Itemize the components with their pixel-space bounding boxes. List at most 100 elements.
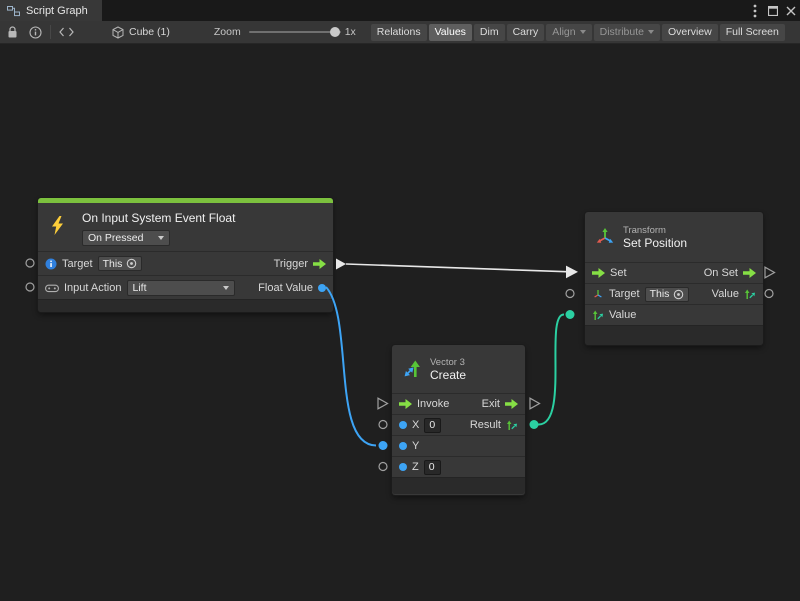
event-target-port[interactable] (26, 259, 34, 267)
vector-x-row: X 0 Result (392, 414, 525, 435)
distribute-dropdown-button[interactable]: Distribute (594, 24, 660, 41)
trigger-port-label: Trigger (274, 258, 308, 270)
x-port-label: X (412, 419, 419, 431)
input-action-dropdown[interactable]: Lift (127, 280, 235, 296)
transform-node-header[interactable]: Transform Set Position (585, 212, 763, 262)
x-port-dot (399, 421, 407, 429)
transform-target-port[interactable] (566, 290, 574, 298)
flow-arrow-icon (313, 259, 326, 269)
vector-node-header[interactable]: Vector 3 Create (392, 345, 525, 393)
y-in-port[interactable] (379, 441, 388, 450)
result-out-port[interactable] (530, 420, 539, 429)
transform-value-in-port[interactable] (566, 310, 575, 319)
dim-button[interactable]: Dim (474, 24, 505, 41)
float-value-port-label: Float Value (258, 282, 313, 294)
tab-bar-spacer (102, 0, 746, 21)
transform-value-row: Value (585, 304, 763, 325)
y-port-label: Y (412, 440, 419, 452)
carry-button[interactable]: Carry (507, 24, 545, 41)
flow-arrow-icon (505, 399, 518, 409)
info-icon[interactable] (29, 26, 42, 39)
input-action-label: Input Action (64, 282, 122, 294)
vector3-mini-icon (506, 419, 518, 431)
close-icon[interactable] (782, 0, 800, 21)
toolbar-buttons: Relations Values Dim Carry Align Distrib… (371, 24, 785, 41)
target-port-label: Target (62, 258, 93, 270)
script-graph-icon (7, 5, 20, 17)
align-dropdown-button[interactable]: Align (546, 24, 591, 41)
zoom-slider[interactable] (249, 31, 341, 33)
overview-button[interactable]: Overview (662, 24, 718, 41)
event-action-port[interactable] (26, 283, 34, 291)
chevron-down-icon (648, 30, 654, 34)
lock-icon[interactable] (7, 26, 18, 39)
wire-result-to-value[interactable] (538, 314, 564, 424)
maximize-icon[interactable] (764, 0, 782, 21)
window-menu-icon[interactable] (746, 0, 764, 21)
vector3-mini-icon (592, 309, 604, 321)
node-on-input-system-event-float[interactable]: On Input System Event Float On Pressed T… (38, 198, 333, 312)
tab-script-graph[interactable]: Script Graph (0, 0, 102, 21)
graph-toolbar: Cube (1) Zoom 1x Relations Values Dim Ca… (0, 21, 800, 44)
wire-floatvalue-to-y[interactable] (326, 287, 376, 446)
vector3-mini-icon (744, 288, 756, 300)
on-set-out-port[interactable] (765, 267, 775, 278)
flow-arrow-icon (743, 268, 756, 278)
toolbar-separator (50, 25, 51, 39)
transform-this-value: This (650, 288, 670, 300)
event-target-row: Target This Trigger (38, 251, 333, 275)
z-value-field[interactable]: 0 (424, 460, 441, 475)
node-vector3-create[interactable]: Vector 3 Create Invoke Exit X 0 (392, 345, 525, 495)
gamepad-icon (45, 283, 59, 293)
chevron-down-icon (158, 236, 164, 240)
transform-target-row: Target This Value (585, 283, 763, 304)
invoke-in-port[interactable] (378, 398, 388, 409)
x-value-field[interactable]: 0 (424, 418, 441, 433)
vector3-icon (402, 359, 422, 379)
transform-icon (595, 227, 615, 247)
code-view-icon[interactable] (59, 27, 74, 37)
event-node-footer (38, 299, 333, 312)
input-action-value: Lift (133, 282, 147, 294)
on-set-port-label: On Set (704, 267, 738, 279)
graph-canvas[interactable]: On Input System Event Float On Pressed T… (0, 44, 800, 601)
node-transform-set-position[interactable]: Transform Set Position Set On Set (585, 212, 763, 345)
zoom-slider-handle[interactable] (330, 27, 340, 37)
target-this-value: This (103, 258, 123, 270)
vector-z-row: Z 0 (392, 456, 525, 477)
y-port-dot (399, 442, 407, 450)
flow-arrow-icon (399, 399, 412, 409)
transform-mini-icon (592, 288, 604, 300)
tab-bar: Script Graph (0, 0, 800, 21)
full-screen-button[interactable]: Full Screen (720, 24, 785, 41)
result-port-label: Result (470, 419, 501, 431)
float-value-port[interactable] (318, 284, 326, 292)
value-in-port-label: Value (609, 309, 636, 321)
relations-button[interactable]: Relations (371, 24, 427, 41)
script-graph-window: Script Graph Cube (1) Zoom (0, 0, 800, 601)
transform-node-type: Transform (623, 225, 687, 236)
transform-value-out-port[interactable] (765, 290, 773, 298)
value-out-port-label: Value (712, 288, 739, 300)
target-this-chip[interactable]: This (98, 256, 143, 271)
chevron-down-icon (223, 286, 229, 290)
values-button[interactable]: Values (429, 24, 472, 41)
transform-target-label: Target (609, 288, 640, 300)
event-mode-dropdown[interactable]: On Pressed (82, 230, 170, 246)
graph-target[interactable]: Cube (1) (112, 26, 170, 39)
flow-arrow-icon (592, 268, 605, 278)
event-mode-value: On Pressed (88, 232, 143, 244)
x-in-port[interactable] (379, 421, 387, 429)
wire-trigger-to-set[interactable] (346, 264, 566, 272)
graph-target-label: Cube (1) (129, 26, 170, 38)
vector-node-type: Vector 3 (430, 357, 466, 368)
trigger-out-port[interactable] (336, 259, 346, 270)
vector-node-footer (392, 477, 525, 494)
exit-out-port[interactable] (530, 398, 540, 409)
event-node-header[interactable]: On Input System Event Float On Pressed (38, 203, 333, 251)
z-in-port[interactable] (379, 463, 387, 471)
info-circle-icon (45, 258, 57, 270)
vector-y-row: Y (392, 435, 525, 456)
z-port-dot (399, 463, 407, 471)
transform-this-chip[interactable]: This (645, 287, 690, 302)
